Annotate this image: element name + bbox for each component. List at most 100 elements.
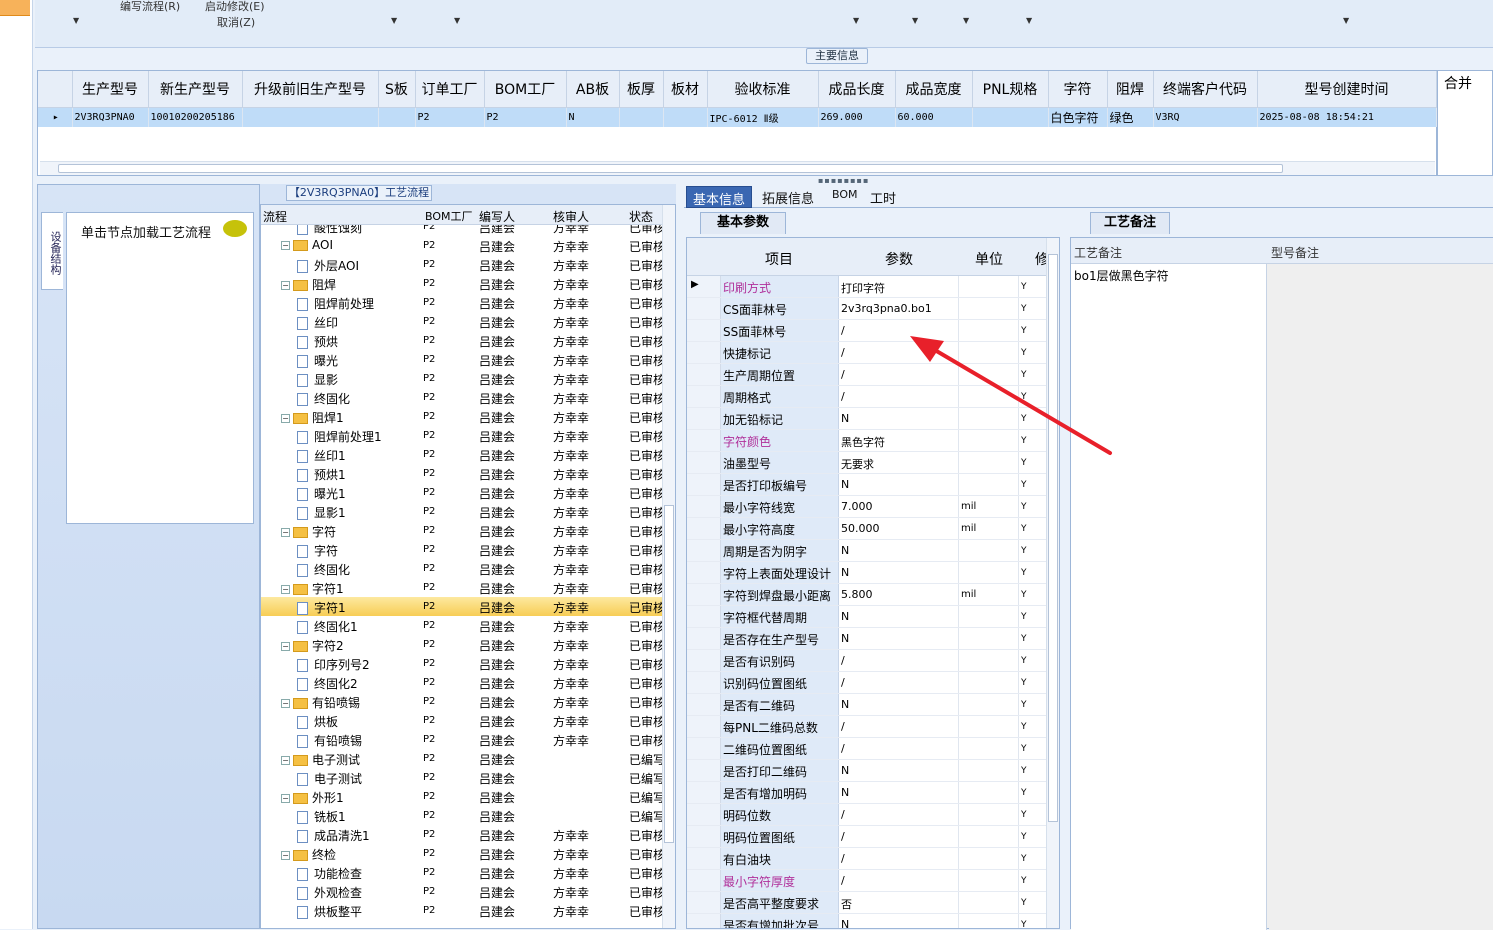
param-value[interactable]: 无要求 — [839, 452, 959, 473]
column-header[interactable]: 型号创建时间 — [1257, 71, 1437, 108]
tree-node[interactable]: 丝印 — [297, 314, 338, 331]
collapse-icon[interactable]: − — [281, 528, 290, 537]
tree-row[interactable]: 酸性蚀刻 P2 吕建会 方幸幸 已审核 — [261, 225, 663, 236]
param-unit[interactable] — [959, 474, 1019, 495]
param-modify[interactable]: Y — [1019, 804, 1047, 825]
param-row[interactable]: 生产周期位置 / Y — [687, 364, 1047, 386]
table-cell[interactable]: N — [566, 107, 620, 127]
tree-node[interactable]: − AOI — [281, 238, 333, 252]
param-modify[interactable]: Y — [1019, 782, 1047, 803]
param-row[interactable]: 周期是否为阴字 N Y — [687, 540, 1047, 562]
table-cell[interactable]: V3RQ — [1153, 107, 1258, 127]
param-modify[interactable]: Y — [1019, 650, 1047, 671]
param-unit[interactable] — [959, 672, 1019, 693]
param-modify[interactable]: Y — [1019, 496, 1047, 517]
column-header[interactable]: 字符 — [1048, 71, 1108, 108]
tree-row[interactable]: 铣板1 P2 吕建会 已编写 — [261, 806, 663, 825]
tree-row[interactable]: 字符1 P2 吕建会 方幸幸 已审核 — [261, 597, 663, 616]
tree-node[interactable]: 丝印1 — [297, 447, 346, 464]
tree-node[interactable]: 终固化 — [297, 561, 350, 578]
table-cell[interactable]: 10010200205186 — [148, 107, 243, 127]
column-header[interactable]: 终端客户代码 — [1153, 71, 1258, 108]
tree-node[interactable]: 显影 — [297, 371, 338, 388]
param-unit[interactable] — [959, 430, 1019, 451]
table-cell[interactable] — [242, 107, 379, 127]
column-header[interactable]: 新生产型号 — [148, 71, 243, 108]
tree-node[interactable]: 功能检查 — [297, 865, 362, 882]
param-modify[interactable]: Y — [1019, 342, 1047, 363]
app-menu-button[interactable] — [0, 0, 30, 16]
param-row[interactable]: 每PNL二维码总数 / Y — [687, 716, 1047, 738]
table-cell[interactable]: P2 — [415, 107, 485, 127]
param-unit[interactable] — [959, 760, 1019, 781]
tab-basic-params[interactable]: 基本参数 — [700, 212, 786, 234]
tree-row[interactable]: − 字符 P2 吕建会 方幸幸 已审核 — [261, 521, 663, 540]
param-modify[interactable]: Y — [1019, 474, 1047, 495]
param-row[interactable]: 最小字符厚度 / Y — [687, 870, 1047, 892]
collapse-icon[interactable]: − — [281, 642, 290, 651]
cancel-button[interactable]: 取消(Z) — [217, 14, 255, 30]
tree-row[interactable]: 显影 P2 吕建会 方幸幸 已审核 — [261, 369, 663, 388]
collapse-icon[interactable]: − — [281, 241, 290, 250]
column-header[interactable]: 阻焊 — [1107, 71, 1154, 108]
collapse-icon[interactable]: − — [281, 851, 290, 860]
tree-row[interactable]: − 终检 P2 吕建会 方幸幸 已审核 — [261, 844, 663, 863]
param-value[interactable]: / — [839, 826, 959, 847]
param-value[interactable]: / — [839, 672, 959, 693]
param-row[interactable]: 明码位数 / Y — [687, 804, 1047, 826]
param-value[interactable]: N — [839, 474, 959, 495]
param-modify[interactable]: Y — [1019, 716, 1047, 737]
tree-row[interactable]: − 外形1 P2 吕建会 已编写 — [261, 787, 663, 806]
param-value[interactable]: N — [839, 628, 959, 649]
tree-node[interactable]: 烘板整平 — [297, 903, 362, 920]
tree-node[interactable]: − 电子测试 — [281, 751, 360, 768]
chevron-down-icon[interactable]: ▼ — [391, 16, 397, 25]
param-value[interactable]: / — [839, 848, 959, 869]
table-cell[interactable]: 绿色 — [1107, 107, 1154, 127]
tree-row[interactable]: 终固化2 P2 吕建会 方幸幸 已审核 — [261, 673, 663, 692]
tree-row[interactable]: 功能检查 P2 吕建会 方幸幸 已审核 — [261, 863, 663, 882]
tree-node[interactable]: 字符1 — [297, 599, 346, 616]
column-header[interactable]: 成品宽度 — [895, 71, 973, 108]
param-row[interactable]: 是否打印板编号 N Y — [687, 474, 1047, 496]
tree-node[interactable]: 预烘1 — [297, 466, 346, 483]
column-header[interactable]: BOM工厂 — [484, 71, 567, 108]
param-value[interactable]: N — [839, 540, 959, 561]
tree-row[interactable]: − AOI P2 吕建会 方幸幸 已审核 — [261, 236, 663, 255]
tab-work-hours[interactable]: 工时 — [864, 186, 902, 208]
param-modify[interactable]: Y — [1019, 276, 1047, 297]
table-cell[interactable] — [663, 107, 708, 127]
param-row[interactable]: 字符框代替周期 N Y — [687, 606, 1047, 628]
chevron-down-icon[interactable]: ▼ — [454, 16, 460, 25]
param-row[interactable]: 油墨型号 无要求 Y — [687, 452, 1047, 474]
tree-node[interactable]: − 有铅喷锡 — [281, 694, 360, 711]
param-unit[interactable] — [959, 870, 1019, 891]
param-modify[interactable]: Y — [1019, 430, 1047, 451]
param-value[interactable]: 5.800 — [839, 584, 959, 605]
tab-extended-info[interactable]: 拓展信息 — [756, 186, 820, 208]
tree-row[interactable]: 外观检查 P2 吕建会 方幸幸 已审核 — [261, 882, 663, 901]
param-row[interactable]: SS面菲林号 / Y — [687, 320, 1047, 342]
scrollbar-thumb[interactable] — [1048, 254, 1058, 822]
table-cell[interactable]: 2025-08-08 18:54:21 — [1257, 107, 1437, 127]
param-value[interactable]: / — [839, 320, 959, 341]
tree-row[interactable]: − 电子测试 P2 吕建会 已编写 — [261, 749, 663, 768]
param-modify[interactable]: Y — [1019, 298, 1047, 319]
param-value[interactable]: N — [839, 606, 959, 627]
param-row[interactable]: 是否有增加明码 N Y — [687, 782, 1047, 804]
param-value[interactable]: N — [839, 408, 959, 429]
param-value[interactable]: / — [839, 342, 959, 363]
chevron-down-icon[interactable]: ▼ — [963, 16, 969, 25]
param-modify[interactable]: Y — [1019, 452, 1047, 473]
tab-basic-info[interactable]: 基本信息 — [686, 186, 753, 208]
tree-row[interactable]: − 有铅喷锡 P2 吕建会 方幸幸 已审核 — [261, 692, 663, 711]
param-row[interactable]: 字符上表面处理设计 N Y — [687, 562, 1047, 584]
tree-node[interactable]: 印序列号2 — [297, 656, 370, 673]
param-unit[interactable]: mil — [959, 496, 1019, 517]
column-header[interactable]: 订单工厂 — [415, 71, 485, 108]
param-modify[interactable]: Y — [1019, 870, 1047, 891]
tree-node[interactable]: − 阻焊 — [281, 276, 336, 293]
scrollbar-thumb[interactable] — [664, 505, 674, 843]
tree-node[interactable]: 终固化1 — [297, 618, 358, 635]
param-row[interactable]: 加无铅标记 N Y — [687, 408, 1047, 430]
